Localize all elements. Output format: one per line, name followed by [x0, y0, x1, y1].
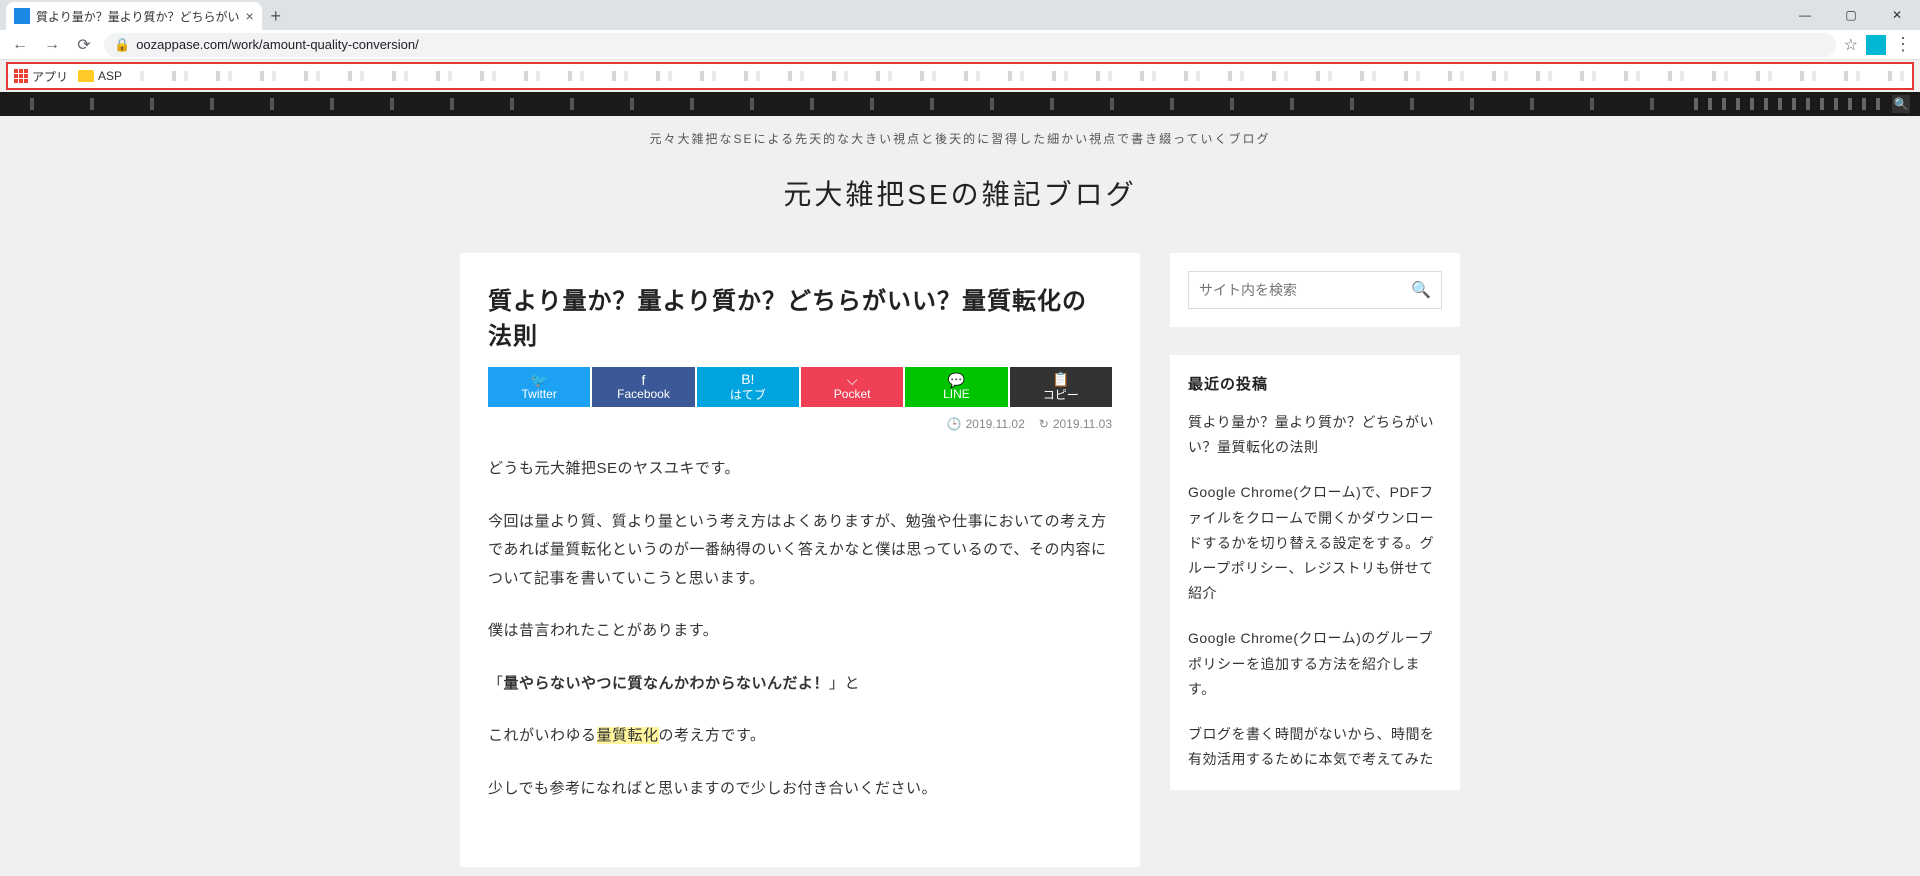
twitter-icon: 🐦 — [530, 373, 547, 387]
facebook-icon: f — [642, 373, 646, 387]
star-icon[interactable]: ☆ — [1844, 35, 1858, 55]
date-published: 🕒2019.11.02 — [947, 417, 1025, 431]
menu-icon[interactable]: ⋮ — [1894, 34, 1912, 55]
share-facebook[interactable]: fFacebook — [592, 367, 694, 407]
share-copy[interactable]: 📋コピー — [1010, 367, 1112, 407]
site-subtitle: 元々大雑把なSEによる先天的な大きい視点と後天的に習得した細かい視点で書き綴って… — [0, 116, 1920, 153]
reload-button[interactable]: ⟳ — [72, 33, 96, 57]
browser-tab[interactable]: 質より量か？量より質か？どちらがい × — [6, 2, 262, 30]
recent-post-link[interactable]: Google Chrome(クローム)のグループポリシーを追加する方法を紹介しま… — [1188, 626, 1442, 702]
tab-title: 質より量か？量より質か？どちらがい — [36, 8, 240, 25]
search-icon[interactable]: 🔍 — [1411, 280, 1431, 300]
highlight: 量質転化 — [597, 727, 659, 744]
share-twitter[interactable]: 🐦Twitter — [488, 367, 590, 407]
back-button[interactable]: ← — [8, 33, 32, 57]
share-pocket[interactable]: ⌵Pocket — [801, 367, 903, 407]
paragraph: どうも元大雑把SEのヤスユキです。 — [488, 455, 1112, 484]
post-title: 質より量か？量より質か？どちらがいい？量質転化の法則 — [488, 281, 1112, 351]
paragraph: これがいわゆる量質転化の考え方です。 — [488, 722, 1112, 751]
favicon — [14, 8, 30, 24]
bold-quote: 量やらないやつに質なんかわからないんだよ！ — [504, 675, 830, 692]
asp-bookmark[interactable]: ASP — [78, 69, 122, 83]
recent-post-link[interactable]: ブログを書く時間がないから、時間を有効活用するために本気で考えてみた — [1188, 722, 1442, 772]
bookmarks-bar: アプリ ASP — [6, 62, 1914, 90]
lock-icon: 🔒 — [114, 37, 130, 53]
site-title[interactable]: 元大雑把SEの雑記ブログ — [0, 153, 1920, 253]
line-icon: 💬 — [948, 373, 965, 387]
hatebu-icon: B! — [741, 372, 754, 386]
maximize-button[interactable]: ▢ — [1828, 0, 1874, 30]
nav-blur-right — [1684, 98, 1884, 110]
search-input[interactable] — [1199, 282, 1411, 298]
minimize-button[interactable]: — — [1782, 0, 1828, 30]
nav-blur-left — [10, 98, 1676, 110]
asp-label: ASP — [98, 69, 122, 83]
nav-search-icon[interactable]: 🔍 — [1892, 95, 1910, 113]
clock-icon: 🕒 — [947, 417, 962, 431]
recent-widget: 最近の投稿 質より量か？量より質か？どちらがいい？量質転化の法則 Google … — [1170, 355, 1460, 790]
new-tab-button[interactable]: + — [262, 2, 290, 30]
apps-bookmark[interactable]: アプリ — [14, 68, 68, 85]
refresh-icon: ↻ — [1039, 417, 1049, 431]
paragraph: 「量やらないやつに質なんかわからないんだよ！」と — [488, 670, 1112, 699]
url-text: oozappase.com/work/amount-quality-conver… — [136, 37, 419, 52]
bookmark-blur — [132, 71, 1906, 81]
share-line[interactable]: 💬LINE — [905, 367, 1007, 407]
date-updated: ↻2019.11.03 — [1039, 417, 1112, 431]
address-bar[interactable]: 🔒 oozappase.com/work/amount-quality-conv… — [104, 33, 1836, 57]
widget-title: 最近の投稿 — [1188, 373, 1442, 394]
article-main: 質より量か？量より質か？どちらがいい？量質転化の法則 🐦Twitter fFac… — [460, 253, 1140, 867]
recent-post-link[interactable]: Google Chrome(クローム)で、PDFファイルをクロームで開くかダウン… — [1188, 480, 1442, 606]
search-box[interactable]: 🔍 — [1188, 271, 1442, 309]
paragraph: 少しでも参考になればと思いますので少しお付き合いください。 — [488, 775, 1112, 804]
extension-icon[interactable] — [1866, 35, 1886, 55]
share-hatebu[interactable]: B!はてブ — [697, 367, 799, 407]
apps-label: アプリ — [32, 68, 68, 85]
forward-button[interactable]: → — [40, 33, 64, 57]
paragraph: 僕は昔言われたことがあります。 — [488, 617, 1112, 646]
close-tab-icon[interactable]: × — [246, 8, 254, 24]
search-widget: 🔍 — [1170, 253, 1460, 327]
folder-icon — [78, 70, 94, 82]
close-window-button[interactable]: ✕ — [1874, 0, 1920, 30]
paragraph: 今回は量より質、質より量という考え方はよくありますが、勉強や仕事においての考え方… — [488, 508, 1112, 594]
apps-icon — [14, 69, 28, 83]
copy-icon: 📋 — [1052, 372, 1069, 386]
recent-post-link[interactable]: 質より量か？量より質か？どちらがいい？量質転化の法則 — [1188, 410, 1442, 460]
site-nav: 🔍 — [0, 92, 1920, 116]
pocket-icon: ⌵ — [847, 373, 858, 387]
